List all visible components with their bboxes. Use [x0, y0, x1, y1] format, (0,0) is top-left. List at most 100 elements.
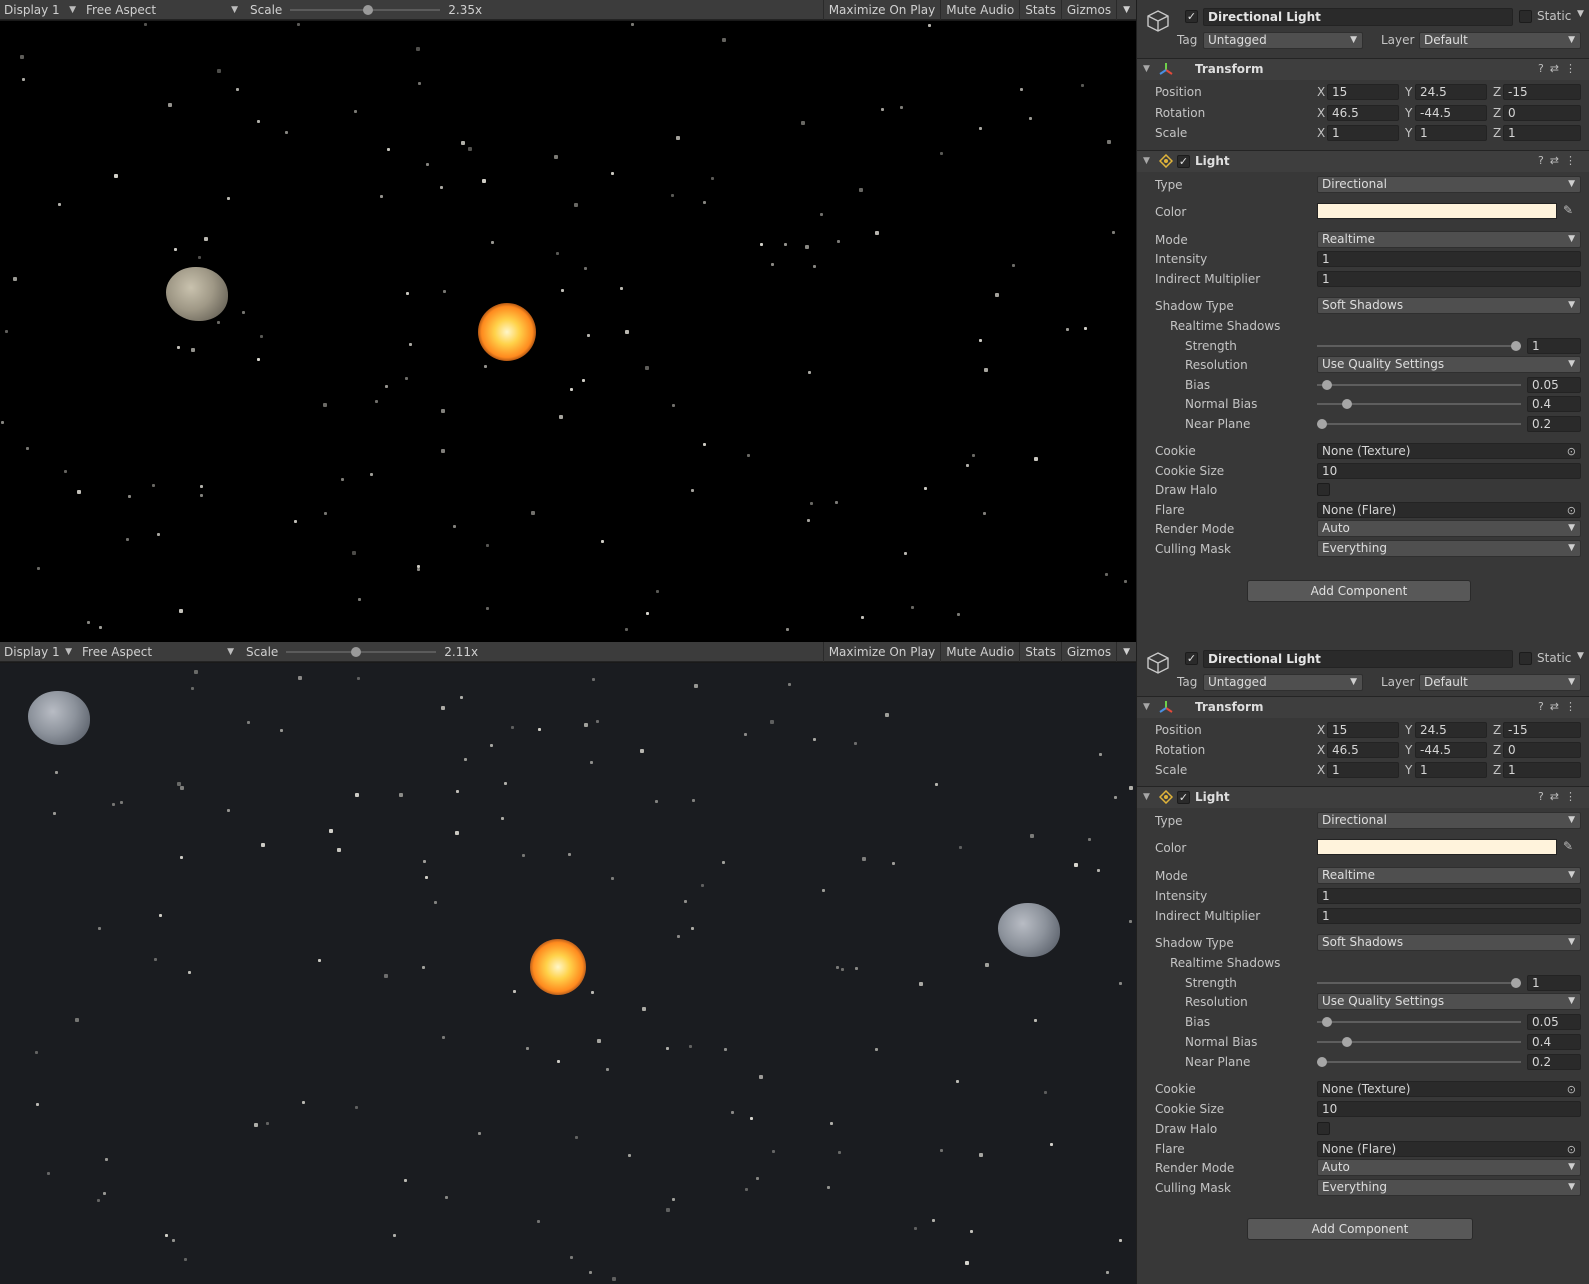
- scale-slider-thumb[interactable]: [363, 4, 374, 15]
- tag-dropdown[interactable]: Untagged ▼: [1203, 32, 1363, 49]
- strength-slider[interactable]: [1317, 337, 1521, 355]
- resolution-dropdown[interactable]: Use Quality Settings ▼: [1317, 993, 1581, 1010]
- object-picker-icon[interactable]: ⊙: [1567, 1143, 1576, 1157]
- add-component-button[interactable]: Add Component: [1247, 1218, 1473, 1240]
- foldout-arrow-icon[interactable]: ▼: [1143, 792, 1150, 802]
- scale-z-field[interactable]: 1: [1503, 762, 1581, 778]
- strength-slider[interactable]: [1317, 974, 1521, 992]
- intensity-field[interactable]: 1: [1317, 888, 1581, 904]
- tag-dropdown[interactable]: Untagged ▼: [1203, 674, 1363, 691]
- object-picker-icon[interactable]: ⊙: [1567, 1083, 1576, 1097]
- normal-bias-slider[interactable]: [1317, 395, 1521, 413]
- layer-dropdown[interactable]: Default ▼: [1419, 32, 1581, 49]
- position-x-field[interactable]: 15: [1327, 84, 1399, 100]
- scale-y-field[interactable]: 1: [1415, 125, 1487, 141]
- eyedropper-icon[interactable]: ✎: [1561, 839, 1575, 855]
- draw-halo-checkbox[interactable]: [1317, 483, 1330, 496]
- rotation-y-field[interactable]: -44.5: [1415, 105, 1487, 121]
- scale-x-field[interactable]: 1: [1327, 762, 1399, 778]
- type-dropdown[interactable]: Directional ▼: [1317, 812, 1581, 829]
- render-mode-dropdown[interactable]: Auto ▼: [1317, 520, 1581, 537]
- slider-thumb[interactable]: [1321, 1017, 1332, 1027]
- display-dropdown[interactable]: Display 1 ▼: [0, 0, 80, 20]
- rotation-z-field[interactable]: 0: [1503, 105, 1581, 121]
- normal-bias-field[interactable]: 0.4: [1527, 1034, 1581, 1050]
- near-plane-slider[interactable]: [1317, 415, 1521, 433]
- slider-thumb[interactable]: [1511, 341, 1521, 351]
- gizmos-button[interactable]: Gizmos: [1060, 0, 1116, 20]
- light-header[interactable]: ▼ ✓ Light ?⇄⋮: [1137, 786, 1589, 808]
- component-tools-icons[interactable]: ?⇄⋮: [1538, 700, 1582, 713]
- slider-thumb[interactable]: [1342, 399, 1353, 409]
- near-plane-field[interactable]: 0.2: [1527, 1054, 1581, 1070]
- stats-button[interactable]: Stats: [1019, 0, 1061, 20]
- draw-halo-checkbox[interactable]: [1317, 1122, 1330, 1135]
- position-y-field[interactable]: 24.5: [1415, 84, 1487, 100]
- indirect-multiplier-field[interactable]: 1: [1317, 271, 1581, 287]
- layer-dropdown[interactable]: Default ▼: [1419, 674, 1581, 691]
- flare-object-field[interactable]: None (Flare) ⊙: [1317, 502, 1581, 518]
- scale-slider[interactable]: [286, 642, 437, 662]
- culling-mask-dropdown[interactable]: Everything ▼: [1317, 540, 1581, 557]
- scale-slider-thumb[interactable]: [350, 646, 361, 657]
- color-swatch[interactable]: [1317, 203, 1557, 219]
- active-checkbox[interactable]: ✓: [1185, 10, 1198, 23]
- gizmos-dropdown-icon[interactable]: ▼: [1116, 641, 1136, 662]
- position-z-field[interactable]: -15: [1503, 722, 1581, 738]
- position-z-field[interactable]: -15: [1503, 84, 1581, 100]
- foldout-arrow-icon[interactable]: ▼: [1143, 702, 1150, 712]
- rotation-z-field[interactable]: 0: [1503, 742, 1581, 758]
- light-enabled-checkbox[interactable]: ✓: [1177, 155, 1190, 168]
- near-plane-field[interactable]: 0.2: [1527, 416, 1581, 432]
- maximize-on-play-button[interactable]: Maximize On Play: [822, 641, 941, 662]
- bias-field[interactable]: 0.05: [1527, 377, 1581, 393]
- strength-field[interactable]: 1: [1527, 975, 1581, 991]
- scale-slider[interactable]: [290, 0, 441, 20]
- static-checkbox[interactable]: [1519, 652, 1532, 665]
- foldout-arrow-icon[interactable]: ▼: [1143, 64, 1150, 74]
- eyedropper-icon[interactable]: ✎: [1561, 203, 1575, 219]
- mute-audio-button[interactable]: Mute Audio: [940, 0, 1019, 20]
- color-swatch[interactable]: [1317, 839, 1557, 855]
- display-dropdown[interactable]: Display 1 ▼: [0, 642, 76, 662]
- object-picker-icon[interactable]: ⊙: [1567, 504, 1576, 518]
- position-y-field[interactable]: 24.5: [1415, 722, 1487, 738]
- object-picker-icon[interactable]: ⊙: [1567, 445, 1576, 459]
- mode-dropdown[interactable]: Realtime ▼: [1317, 867, 1581, 884]
- cookie-size-field[interactable]: 10: [1317, 463, 1581, 479]
- position-x-field[interactable]: 15: [1327, 722, 1399, 738]
- slider-thumb[interactable]: [1511, 978, 1521, 988]
- component-tools-icons[interactable]: ?⇄⋮: [1538, 154, 1582, 167]
- gizmos-dropdown-icon[interactable]: ▼: [1116, 0, 1136, 20]
- slider-thumb[interactable]: [1317, 1057, 1327, 1067]
- aspect-dropdown[interactable]: Free Aspect ▼: [82, 0, 242, 20]
- indirect-multiplier-field[interactable]: 1: [1317, 908, 1581, 924]
- bias-slider[interactable]: [1317, 376, 1521, 394]
- stats-button[interactable]: Stats: [1019, 641, 1061, 662]
- transform-header[interactable]: ▼ Transform ?⇄⋮: [1137, 58, 1589, 80]
- culling-mask-dropdown[interactable]: Everything ▼: [1317, 1179, 1581, 1196]
- normal-bias-field[interactable]: 0.4: [1527, 396, 1581, 412]
- light-header[interactable]: ▼ ✓ Light ?⇄⋮: [1137, 150, 1589, 172]
- mode-dropdown[interactable]: Realtime ▼: [1317, 231, 1581, 248]
- mute-audio-button[interactable]: Mute Audio: [940, 641, 1019, 662]
- strength-field[interactable]: 1: [1527, 338, 1581, 354]
- near-plane-slider[interactable]: [1317, 1053, 1521, 1071]
- bias-field[interactable]: 0.05: [1527, 1014, 1581, 1030]
- rotation-y-field[interactable]: -44.5: [1415, 742, 1487, 758]
- resolution-dropdown[interactable]: Use Quality Settings ▼: [1317, 356, 1581, 373]
- game-viewport[interactable]: [0, 663, 1136, 1284]
- slider-thumb[interactable]: [1342, 1037, 1353, 1047]
- slider-thumb[interactable]: [1317, 419, 1327, 429]
- aspect-dropdown[interactable]: Free Aspect ▼: [78, 642, 238, 662]
- object-name-field[interactable]: Directional Light: [1203, 650, 1513, 668]
- static-dropdown-icon[interactable]: ▼: [1577, 9, 1584, 19]
- shadow-type-dropdown[interactable]: Soft Shadows ▼: [1317, 934, 1581, 951]
- light-enabled-checkbox[interactable]: ✓: [1177, 791, 1190, 804]
- bias-slider[interactable]: [1317, 1013, 1521, 1031]
- intensity-field[interactable]: 1: [1317, 251, 1581, 267]
- scale-y-field[interactable]: 1: [1415, 762, 1487, 778]
- object-name-field[interactable]: Directional Light: [1203, 8, 1513, 26]
- cookie-object-field[interactable]: None (Texture) ⊙: [1317, 1081, 1581, 1097]
- rotation-x-field[interactable]: 46.5: [1327, 105, 1399, 121]
